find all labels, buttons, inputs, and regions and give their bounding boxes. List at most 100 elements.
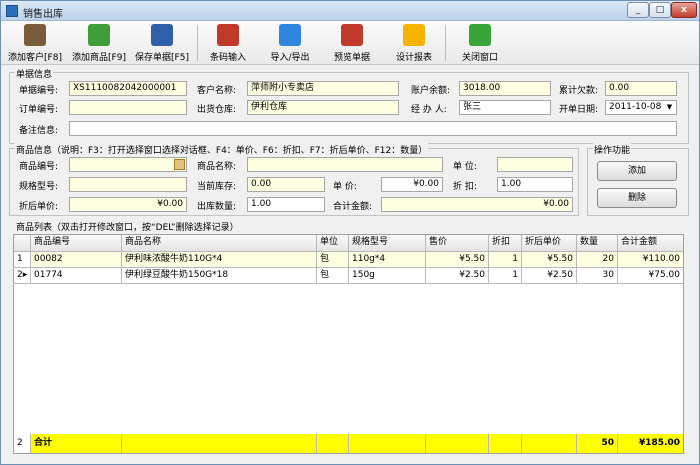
column-header[interactable]: 商品编号 <box>31 235 122 252</box>
row-index: 2 <box>14 434 31 453</box>
total-amount: ¥185.00 <box>618 434 683 453</box>
disc-price-label: 折后单价: <box>19 202 59 212</box>
table-cell-total[interactable]: ¥110.00 <box>618 252 683 268</box>
table-cell-unit[interactable]: 包 <box>317 252 349 268</box>
app-icon <box>6 5 18 17</box>
chevron-down-icon[interactable]: ▼ <box>664 102 675 113</box>
row-index: 2▸ <box>14 268 31 284</box>
print-preview-icon <box>341 24 363 46</box>
product-code-field[interactable] <box>69 157 187 172</box>
column-header[interactable]: 规格型号 <box>349 235 426 252</box>
add-button[interactable]: 添加 <box>597 161 677 181</box>
person-add-icon <box>24 24 46 46</box>
customer-field[interactable]: 萍师附小专卖店 <box>247 81 399 96</box>
table-cell-discount[interactable]: 1 <box>489 252 522 268</box>
row-header-corner <box>14 235 31 252</box>
row-index: 1 <box>14 252 31 268</box>
qty-field[interactable]: 1.00 <box>247 197 325 212</box>
design-report-button[interactable]: 设计报表 <box>389 24 439 64</box>
table-cell-code[interactable]: 00082 <box>31 252 122 268</box>
column-header[interactable]: 商品名称 <box>122 235 317 252</box>
column-header[interactable]: 折后单价 <box>522 235 577 252</box>
product-code-label: 商品编号: <box>19 162 59 172</box>
add-customer-button[interactable]: 添加客户[F8] <box>5 24 65 64</box>
table-cell-code[interactable]: 01774 <box>31 268 122 284</box>
date-value: 2011-10-08 <box>609 102 662 112</box>
table-cell-name[interactable]: 伊利绿豆酸牛奶150G*18 <box>122 268 317 284</box>
table-cell-total[interactable]: ¥75.00 <box>618 268 683 284</box>
warehouse-label: 出货仓库: <box>197 105 237 115</box>
table-cell-spec[interactable]: 150g <box>349 268 426 284</box>
table-cell-spec[interactable]: 110g*4 <box>349 252 426 268</box>
column-header[interactable]: 数量 <box>577 235 618 252</box>
total-qty: 50 <box>577 434 618 453</box>
table-cell-name[interactable]: 伊利味浓酸牛奶110G*4 <box>122 252 317 268</box>
date-picker[interactable]: 2011-10-08 ▼ <box>605 100 677 115</box>
disc-price-field[interactable]: ¥0.00 <box>69 197 187 212</box>
debt-label: 累计欠款: <box>559 86 599 96</box>
total-cell <box>349 434 426 453</box>
column-header[interactable]: 折扣 <box>489 235 522 252</box>
total-label: 合计 <box>31 434 122 453</box>
debt-field: 0.00 <box>605 81 677 96</box>
document-info-label: 单据信息 <box>15 67 54 80</box>
column-header[interactable]: 合计金额 <box>618 235 683 252</box>
balance-label: 账户余额: <box>411 86 451 96</box>
doc-no-field[interactable]: XS1110082042000001 <box>69 81 187 96</box>
lookup-icon[interactable] <box>174 159 185 170</box>
operations-label: 操作功能 <box>593 143 632 156</box>
toolbar-separator <box>445 25 446 61</box>
unit-label: 单 位: <box>453 162 477 172</box>
stock-label: 当前库存: <box>197 182 237 192</box>
exit-arrow-icon <box>469 24 491 46</box>
add-product-button[interactable]: 添加商品[F9] <box>69 24 129 64</box>
minimize-button[interactable]: _ <box>627 2 649 18</box>
product-list-label: 商品列表（双击打开修改窗口，按“DEL”删除选择记录） <box>15 220 240 233</box>
total-cell <box>522 434 577 453</box>
table-cell-price[interactable]: ¥2.50 <box>426 268 489 284</box>
total-cell <box>317 434 349 453</box>
delete-button[interactable]: 删除 <box>597 188 677 208</box>
barcode-input-button[interactable]: 条码输入 <box>203 24 253 64</box>
maximize-button[interactable]: □ <box>649 2 671 18</box>
window-title: 销售出库 <box>23 9 63 20</box>
column-header[interactable]: 售价 <box>426 235 489 252</box>
order-no-field[interactable] <box>69 100 187 115</box>
title-bar[interactable]: 销售出库 _ □ x <box>1 1 699 21</box>
toolbar: 添加客户[F8] 添加商品[F9] 保存单据[F5] 条码输入 导入/导出 预览… <box>1 21 699 65</box>
discount-field[interactable]: 1.00 <box>497 177 573 192</box>
total-cell <box>426 434 489 453</box>
table-cell-qty[interactable]: 20 <box>577 252 618 268</box>
customer-label: 客户名称: <box>197 86 237 96</box>
handler-field[interactable]: 张三 <box>459 100 551 115</box>
warehouse-field[interactable]: 伊利仓库 <box>247 100 399 115</box>
table-cell-discount[interactable]: 1 <box>489 268 522 284</box>
import-export-icon <box>279 24 301 46</box>
star-icon <box>403 24 425 46</box>
amount-label: 合计金额: <box>333 202 373 212</box>
table-cell-unit[interactable]: 包 <box>317 268 349 284</box>
table-cell-price[interactable]: ¥5.50 <box>426 252 489 268</box>
close-button[interactable]: x <box>671 2 697 18</box>
table-cell-qty[interactable]: 30 <box>577 268 618 284</box>
save-document-button[interactable]: 保存单据[F5] <box>132 24 192 64</box>
total-cell <box>489 434 522 453</box>
save-icon <box>151 24 173 46</box>
doc-no-label: 单据编号: <box>19 86 59 96</box>
price-field[interactable]: ¥0.00 <box>381 177 443 192</box>
price-label: 单 价: <box>333 182 357 192</box>
spec-label: 规格型号: <box>19 182 59 192</box>
gift-add-icon <box>88 24 110 46</box>
table-cell-disc-price[interactable]: ¥5.50 <box>522 252 577 268</box>
remark-label: 备注信息: <box>19 126 59 136</box>
close-window-button[interactable]: 关闭窗口 <box>455 24 505 64</box>
import-export-button[interactable]: 导入/导出 <box>263 24 317 64</box>
table-cell-disc-price[interactable]: ¥2.50 <box>522 268 577 284</box>
remark-field[interactable] <box>69 121 677 136</box>
preview-document-button[interactable]: 预览单据 <box>327 24 377 64</box>
barcode-printer-icon <box>217 24 239 46</box>
sales-outbound-window: 销售出库 _ □ x 添加客户[F8] 添加商品[F9] 保存单据[F5] 条码… <box>0 0 700 465</box>
column-header[interactable]: 单位 <box>317 235 349 252</box>
product-list-grid[interactable]: 商品编号 商品名称 单位 规格型号 售价 折扣 折后单价 数量 合计金额 1 0… <box>13 234 684 454</box>
discount-label: 折 扣: <box>453 182 477 192</box>
